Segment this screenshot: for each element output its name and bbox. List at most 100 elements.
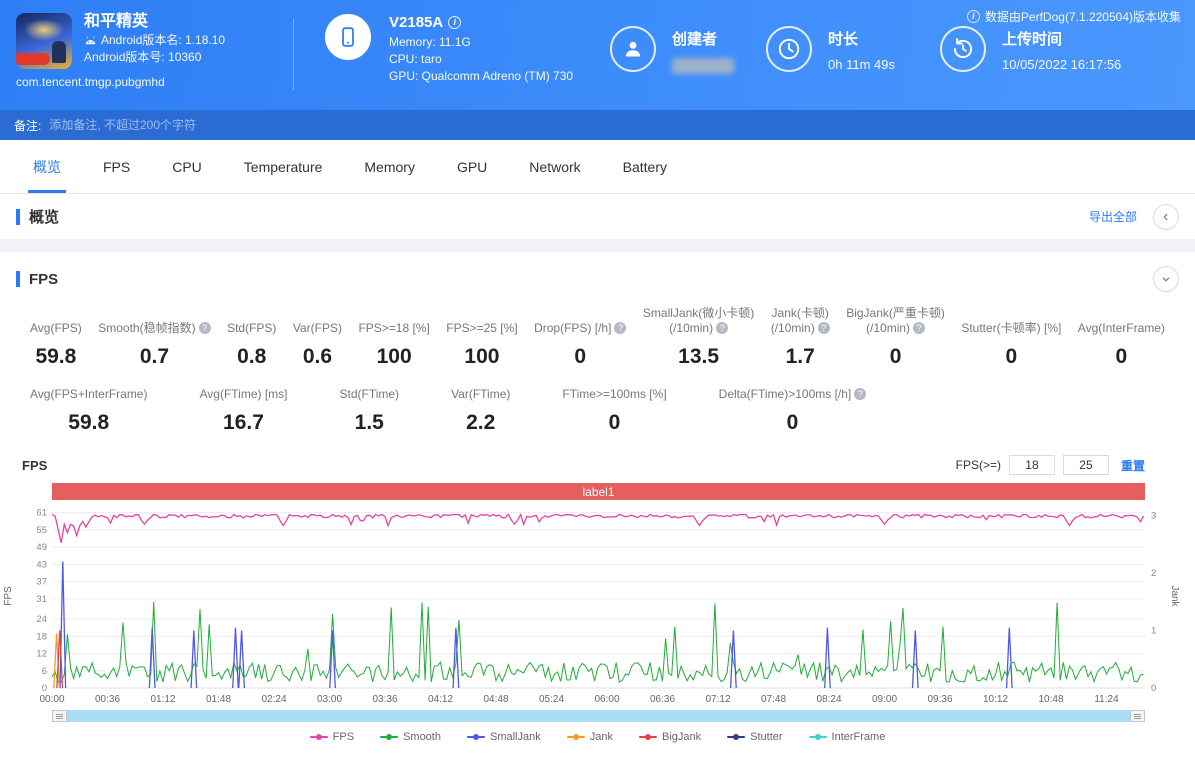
metric-value: 59.8 bbox=[35, 345, 77, 368]
svg-text:00:00: 00:00 bbox=[39, 694, 64, 705]
svg-text:04:48: 04:48 bbox=[483, 694, 508, 705]
svg-text:1: 1 bbox=[1151, 626, 1156, 637]
help-icon[interactable]: ? bbox=[716, 322, 729, 334]
svg-text:01:48: 01:48 bbox=[206, 694, 231, 705]
svg-text:01:12: 01:12 bbox=[150, 694, 175, 705]
legend-item-InterFrame[interactable]: InterFrame bbox=[808, 731, 885, 743]
phone-icon bbox=[325, 14, 371, 60]
metric-value: 100 bbox=[464, 345, 500, 368]
svg-text:04:12: 04:12 bbox=[428, 694, 453, 705]
creator-block: 创建者 bbox=[610, 26, 734, 74]
tab-FPS[interactable]: FPS bbox=[82, 140, 151, 193]
help-icon[interactable]: ? bbox=[198, 322, 211, 334]
tab-Memory[interactable]: Memory bbox=[343, 140, 436, 193]
metric-cell: FTime>=100ms [%] 0 bbox=[562, 387, 667, 434]
metric-value: 2.2 bbox=[466, 411, 496, 434]
svg-text:2: 2 bbox=[1151, 568, 1156, 579]
metric-cell: BigJank(严重卡顿) (/10min)? 0 bbox=[846, 306, 945, 368]
legend-item-SmallJank[interactable]: SmallJank bbox=[466, 731, 541, 743]
app-block: 和平精英 Android版本名: 1.18.10 Android版本号: 103… bbox=[16, 13, 286, 89]
svg-text:10:48: 10:48 bbox=[1038, 694, 1063, 705]
app-title: 和平精英 bbox=[84, 13, 149, 30]
chart-scrollbar[interactable] bbox=[52, 710, 1145, 722]
upload-block: 上传时间 10/05/2022 16:17:56 bbox=[940, 26, 1121, 72]
fps-chart: 0 6 12 18 24 31 37 43 49 55 61 0 1 2 3 FPS Jank 00:00 00:3… bbox=[0, 500, 1195, 708]
reset-link[interactable]: 重置 bbox=[1121, 457, 1145, 474]
overview-header: 概览 导出全部 bbox=[0, 194, 1195, 240]
fps-metrics: Avg(FPS) 59.8 Smooth(稳帧指数)? 0.7 Std(FPS) 0.8 V… bbox=[0, 292, 1195, 435]
person-icon bbox=[610, 26, 656, 72]
device-name: V2185A bbox=[389, 14, 444, 31]
fps-section-title: FPS bbox=[29, 270, 59, 288]
metric-value: 1.7 bbox=[785, 345, 815, 368]
svg-text:0: 0 bbox=[1151, 683, 1156, 694]
tab-概览[interactable]: 概览 bbox=[12, 140, 82, 193]
svg-text:3: 3 bbox=[1151, 511, 1156, 522]
svg-text:02:24: 02:24 bbox=[261, 694, 286, 705]
svg-text:37: 37 bbox=[36, 577, 47, 588]
metric-cell: FPS>=25 [%] 100 bbox=[446, 321, 518, 368]
metric-value: 0.8 bbox=[237, 345, 267, 368]
device-gpu: GPU: Qualcomm Adreno (TM) 730 bbox=[389, 69, 574, 83]
legend-item-Stutter[interactable]: Stutter bbox=[727, 731, 783, 743]
fps-max-input[interactable] bbox=[1062, 455, 1109, 475]
package-name: com.tencent.tmgp.pubgmhd bbox=[16, 75, 165, 89]
svg-text:12: 12 bbox=[36, 649, 47, 660]
metric-cell: Var(FTime) 2.2 bbox=[451, 387, 511, 434]
tab-Temperature[interactable]: Temperature bbox=[223, 140, 344, 193]
device-cpu: CPU: taro bbox=[389, 52, 442, 66]
tab-Network[interactable]: Network bbox=[508, 140, 601, 193]
tab-CPU[interactable]: CPU bbox=[151, 140, 223, 193]
metric-value: 13.5 bbox=[678, 345, 720, 368]
metric-cell: Smooth(稳帧指数)? 0.7 bbox=[98, 321, 211, 369]
svg-text:55: 55 bbox=[36, 525, 47, 536]
fps-threshold-label: FPS(>=) bbox=[955, 458, 1001, 472]
svg-text:18: 18 bbox=[36, 631, 47, 642]
svg-text:Jank: Jank bbox=[1169, 585, 1180, 607]
duration-value: 0h 11m 49s bbox=[828, 57, 895, 72]
svg-text:31: 31 bbox=[36, 594, 47, 605]
svg-text:43: 43 bbox=[36, 559, 47, 570]
header: 和平精英 Android版本名: 1.18.10 Android版本号: 103… bbox=[0, 0, 1195, 110]
svg-text:07:12: 07:12 bbox=[705, 694, 730, 705]
metric-cell: Std(FPS) 0.8 bbox=[227, 321, 277, 368]
device-memory: Memory: 11.1G bbox=[389, 35, 471, 49]
chart-legend: FPS Smooth SmallJank Jank BigJank Stutter Inte… bbox=[0, 726, 1195, 751]
svg-text:03:00: 03:00 bbox=[317, 694, 342, 705]
upload-time-icon bbox=[940, 26, 986, 72]
tab-Battery[interactable]: Battery bbox=[602, 140, 688, 193]
device-info-icon[interactable]: i bbox=[448, 16, 462, 29]
android-version-code: Android版本号: 10360 bbox=[84, 50, 202, 64]
svg-text:09:36: 09:36 bbox=[927, 694, 952, 705]
export-all-link[interactable]: 导出全部 bbox=[1089, 208, 1137, 225]
clock-icon bbox=[766, 26, 812, 72]
legend-item-BigJank[interactable]: BigJank bbox=[638, 731, 701, 743]
collapse-down-button[interactable] bbox=[1153, 266, 1179, 292]
device-block: V2185A i Memory: 11.1G CPU: taro GPU: Qu… bbox=[325, 14, 573, 85]
accent-bar bbox=[16, 271, 20, 287]
help-icon[interactable]: ? bbox=[854, 388, 867, 400]
svg-text:10:12: 10:12 bbox=[983, 694, 1008, 705]
remarks-input[interactable] bbox=[49, 118, 1181, 132]
accent-bar bbox=[16, 208, 20, 225]
fps-min-input[interactable] bbox=[1008, 455, 1055, 475]
svg-text:08:24: 08:24 bbox=[816, 694, 841, 705]
tab-GPU[interactable]: GPU bbox=[436, 140, 508, 193]
legend-item-Jank[interactable]: Jank bbox=[566, 731, 613, 743]
legend-item-FPS[interactable]: FPS bbox=[309, 731, 354, 743]
collapse-left-button[interactable] bbox=[1153, 203, 1179, 230]
metric-cell: Delta(FTime)>100ms [/h]? 0 bbox=[719, 387, 867, 435]
svg-text:11:24: 11:24 bbox=[1094, 694, 1119, 705]
scrollbar-handle-left[interactable] bbox=[52, 710, 67, 722]
remarks-label: 备注: bbox=[14, 118, 42, 133]
svg-text:FPS: FPS bbox=[3, 586, 14, 606]
metric-value: 100 bbox=[376, 345, 412, 368]
metric-cell: Avg(FPS+InterFrame) 59.8 bbox=[30, 387, 148, 434]
metric-cell: Avg(FPS) 59.8 bbox=[30, 321, 82, 368]
metric-cell: Avg(FTime) [ms] 16.7 bbox=[199, 387, 288, 434]
help-icon[interactable]: ? bbox=[913, 322, 926, 334]
help-icon[interactable]: ? bbox=[817, 322, 830, 334]
help-icon[interactable]: ? bbox=[614, 322, 627, 334]
scrollbar-handle-right[interactable] bbox=[1130, 710, 1145, 722]
legend-item-Smooth[interactable]: Smooth bbox=[380, 731, 441, 743]
